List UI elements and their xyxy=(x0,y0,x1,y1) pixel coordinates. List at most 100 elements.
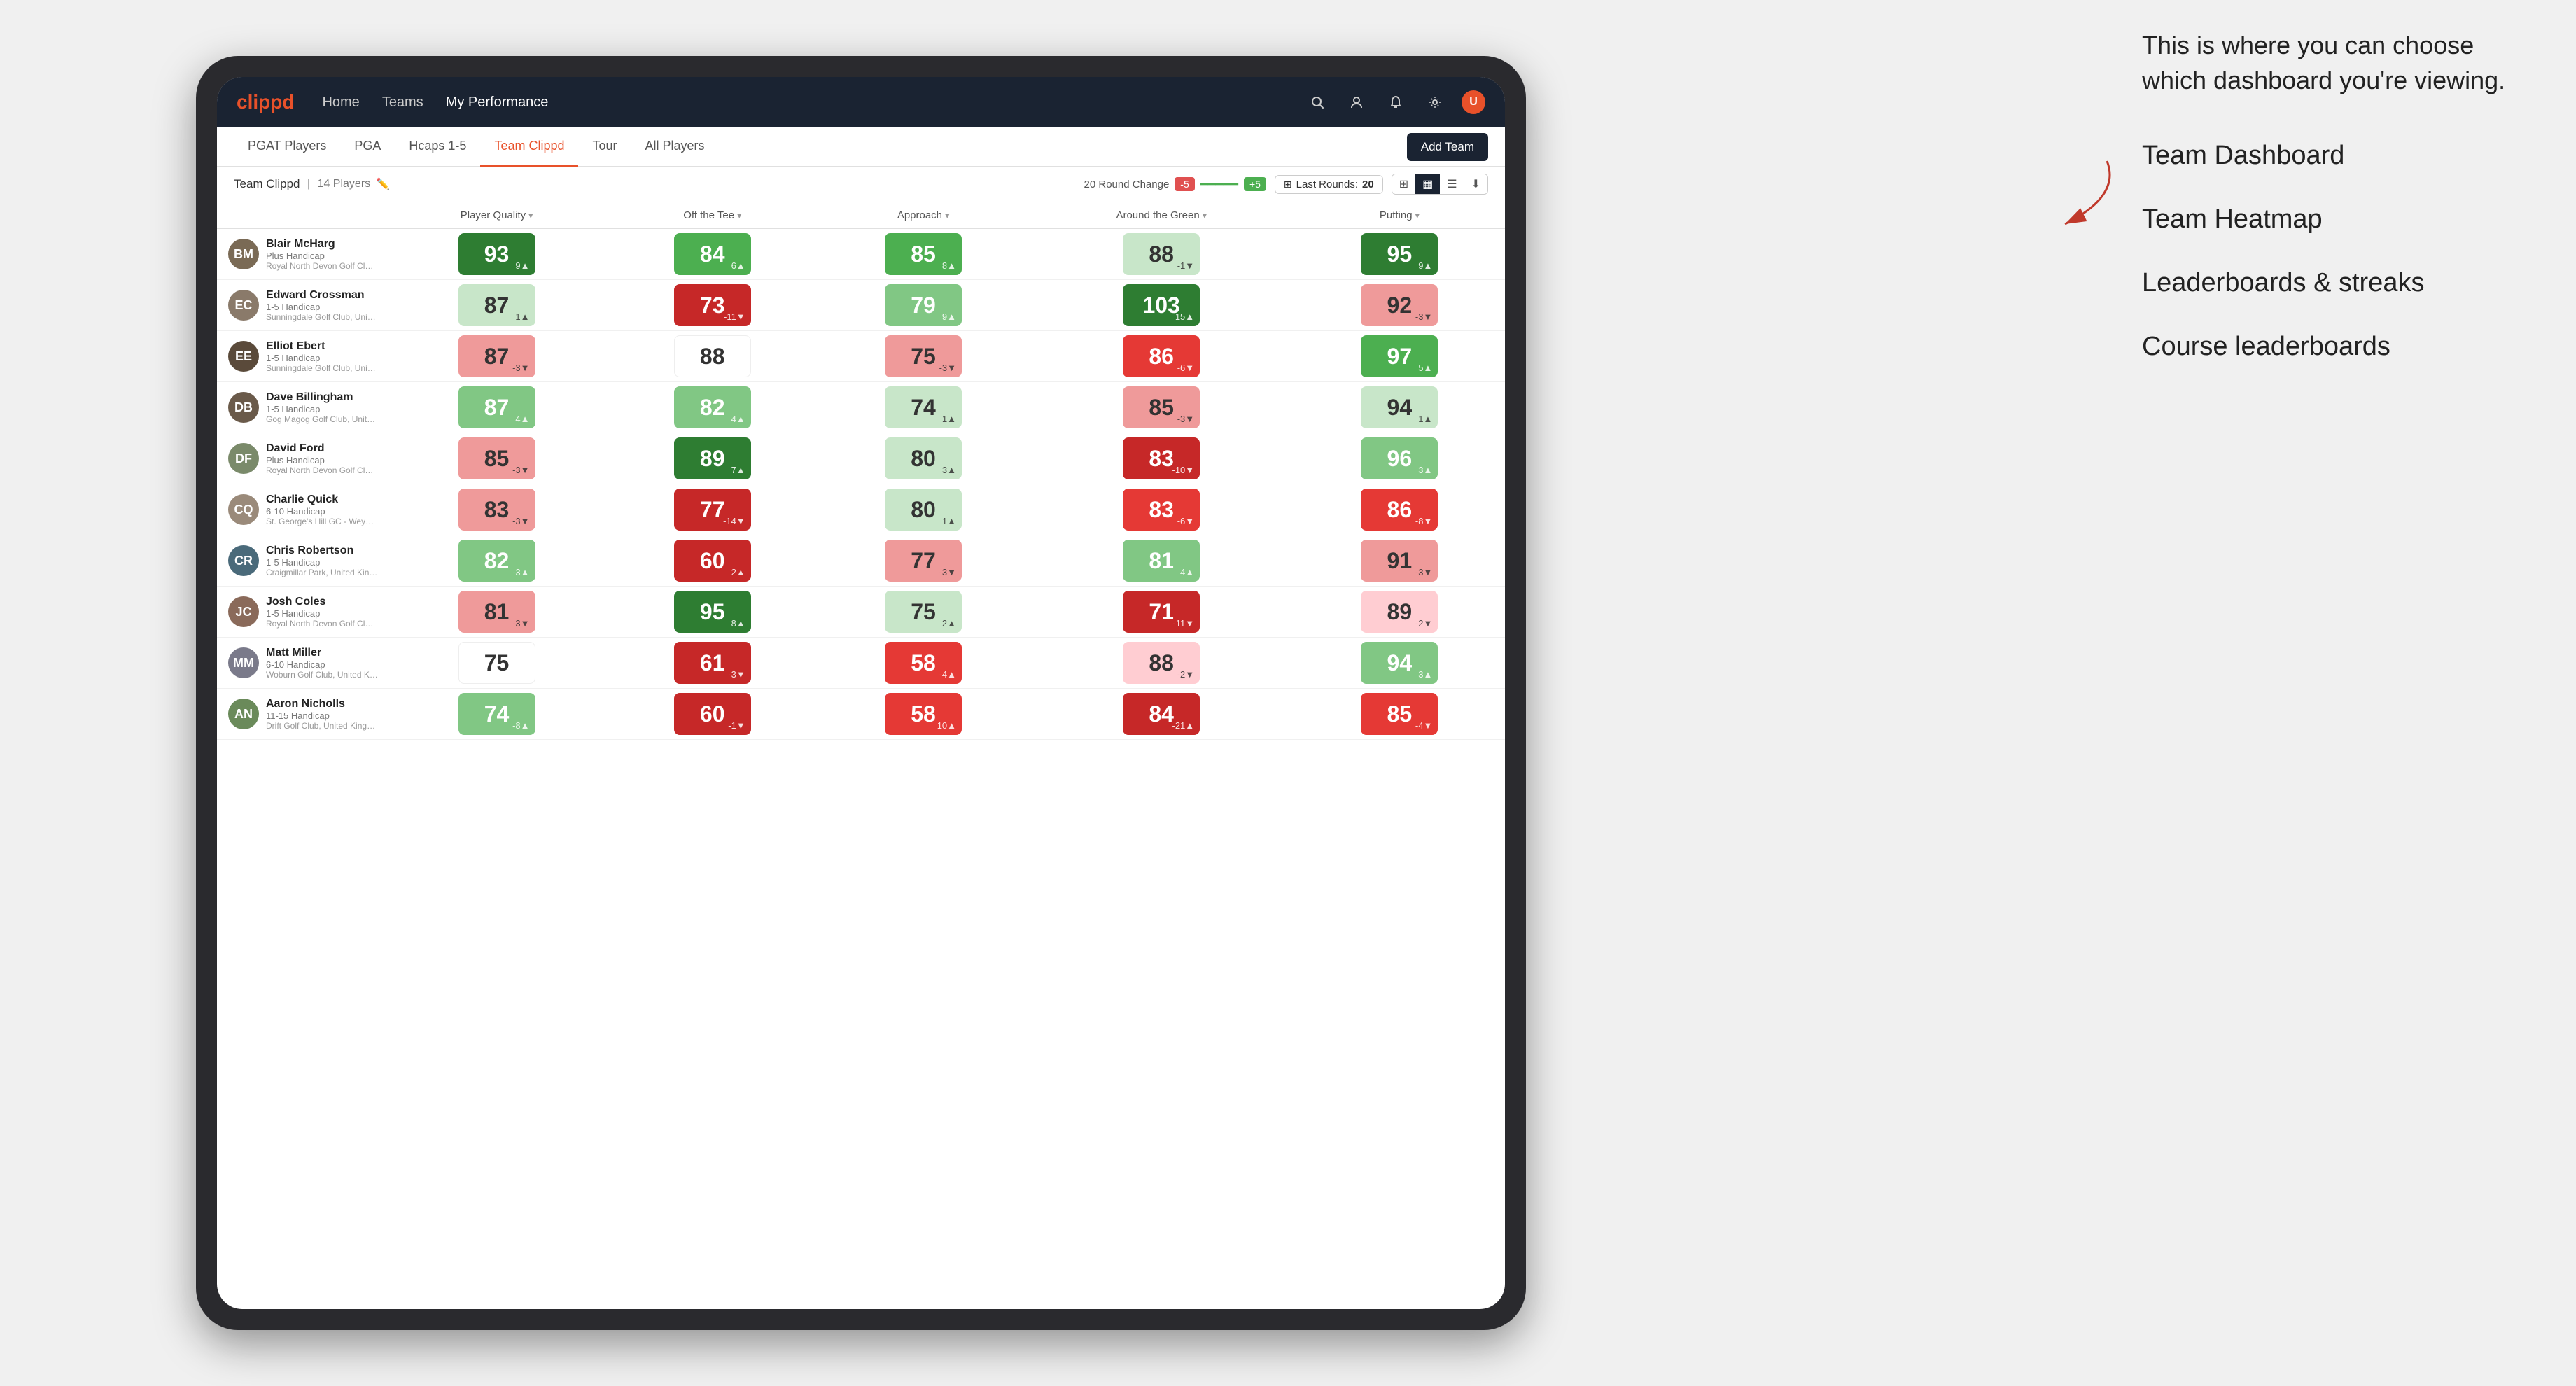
score-change: -1▼ xyxy=(1177,260,1194,271)
player-info-cell: CR Chris Robertson 1-5 Handicap Craigmil… xyxy=(217,536,386,587)
score-value: 85 xyxy=(484,446,510,472)
tab-hcaps[interactable]: Hcaps 1-5 xyxy=(395,127,480,167)
column-header-tee[interactable]: Off the Tee ▾ xyxy=(607,202,818,229)
player-avatar: BM xyxy=(228,239,259,270)
score-box: 85 -3▼ xyxy=(1123,386,1200,428)
user-icon[interactable] xyxy=(1344,90,1369,115)
score-cell: 82 4▲ xyxy=(607,382,818,433)
score-box: 84 6▲ xyxy=(674,233,751,275)
score-change: -6▼ xyxy=(1177,516,1194,526)
user-avatar[interactable]: U xyxy=(1462,90,1485,114)
score-box: 86 -8▼ xyxy=(1361,489,1438,531)
col-label-approach: Approach xyxy=(897,209,942,221)
column-header-green[interactable]: Around the Green ▾ xyxy=(1029,202,1294,229)
team-separator: | xyxy=(304,178,314,190)
player-avatar: MM xyxy=(228,648,259,678)
table-row[interactable]: CR Chris Robertson 1-5 Handicap Craigmil… xyxy=(217,536,1505,587)
table-row[interactable]: JC Josh Coles 1-5 Handicap Royal North D… xyxy=(217,587,1505,638)
team-name: Team Clippd xyxy=(234,177,300,191)
score-cell: 82 -3▲ xyxy=(386,536,607,587)
nav-link-my-performance[interactable]: My Performance xyxy=(446,94,549,111)
table-row[interactable]: AN Aaron Nicholls 11-15 Handicap Drift G… xyxy=(217,689,1505,740)
view-options-button[interactable]: ⬇ xyxy=(1464,174,1488,194)
score-cell: 87 -3▼ xyxy=(386,331,607,382)
nav-link-teams[interactable]: Teams xyxy=(382,94,424,111)
column-header-approach[interactable]: Approach ▾ xyxy=(818,202,1028,229)
secondary-nav: PGAT Players PGA Hcaps 1-5 Team Clippd T… xyxy=(217,127,1505,167)
col-sort-putting: ▾ xyxy=(1415,211,1420,220)
score-box: 83 -3▼ xyxy=(458,489,536,531)
annotation-item-3: Leaderboards & streaks xyxy=(2142,268,2534,298)
table-row[interactable]: EE Elliot Ebert 1-5 Handicap Sunningdale… xyxy=(217,331,1505,382)
table-row[interactable]: BM Blair McHarg Plus Handicap Royal Nort… xyxy=(217,229,1505,280)
score-value: 86 xyxy=(1387,497,1413,523)
table-row[interactable]: EC Edward Crossman 1-5 Handicap Sunningd… xyxy=(217,280,1505,331)
score-change: 2▲ xyxy=(732,567,746,578)
score-change: 4▲ xyxy=(1180,567,1194,578)
tab-tour[interactable]: Tour xyxy=(578,127,631,167)
score-cell: 81 4▲ xyxy=(1029,536,1294,587)
score-cell: 87 4▲ xyxy=(386,382,607,433)
score-box: 81 -3▼ xyxy=(458,591,536,633)
tab-all-players[interactable]: All Players xyxy=(631,127,719,167)
round-change-minus: -5 xyxy=(1175,177,1194,191)
tab-pgat-players[interactable]: PGAT Players xyxy=(234,127,340,167)
score-box: 97 5▲ xyxy=(1361,335,1438,377)
score-cell: 84 -21▲ xyxy=(1029,689,1294,740)
score-cell: 83 -3▼ xyxy=(386,484,607,536)
player-table: Player Quality ▾ Off the Tee ▾ Approach … xyxy=(217,202,1505,740)
score-cell: 74 1▲ xyxy=(818,382,1028,433)
score-box: 96 3▲ xyxy=(1361,438,1438,479)
score-change: -11▼ xyxy=(724,312,746,322)
score-change: 4▲ xyxy=(515,414,529,424)
score-cell: 95 9▲ xyxy=(1294,229,1505,280)
last-rounds-label: Last Rounds: xyxy=(1296,178,1358,190)
score-change: 1▲ xyxy=(942,414,956,424)
view-grid-button[interactable]: ⊞ xyxy=(1392,174,1415,194)
annotation-intro: This is where you can choose which dashb… xyxy=(2142,28,2534,99)
settings-icon[interactable] xyxy=(1422,90,1448,115)
view-list-button[interactable]: ☰ xyxy=(1440,174,1464,194)
score-value: 89 xyxy=(700,446,725,472)
bell-icon[interactable] xyxy=(1383,90,1408,115)
score-value: 87 xyxy=(484,293,510,318)
player-handicap: 6-10 Handicap xyxy=(266,659,378,670)
tab-pga[interactable]: PGA xyxy=(340,127,395,167)
score-change: 1▲ xyxy=(515,312,529,322)
score-cell: 73 -11▼ xyxy=(607,280,818,331)
edit-team-icon[interactable]: ✏️ xyxy=(376,177,390,191)
score-value: 71 xyxy=(1149,599,1174,625)
score-box: 87 4▲ xyxy=(458,386,536,428)
table-row[interactable]: DB Dave Billingham 1-5 Handicap Gog Mago… xyxy=(217,382,1505,433)
column-header-quality[interactable]: Player Quality ▾ xyxy=(386,202,607,229)
score-box: 74 -8▲ xyxy=(458,693,536,735)
add-team-button[interactable]: Add Team xyxy=(1407,133,1488,161)
score-change: 8▲ xyxy=(732,618,746,629)
score-value: 74 xyxy=(911,395,936,421)
player-info-cell: JC Josh Coles 1-5 Handicap Royal North D… xyxy=(217,587,386,638)
search-icon[interactable] xyxy=(1305,90,1330,115)
score-change: -4▲ xyxy=(939,669,956,680)
score-change: 3▲ xyxy=(942,465,956,475)
column-header-putting[interactable]: Putting ▾ xyxy=(1294,202,1505,229)
score-change: -3▼ xyxy=(939,567,956,578)
player-club: Royal North Devon Golf Club, United King… xyxy=(266,465,378,475)
score-box: 88 -1▼ xyxy=(1123,233,1200,275)
score-change: 7▲ xyxy=(732,465,746,475)
nav-icons: U xyxy=(1305,90,1485,115)
nav-link-home[interactable]: Home xyxy=(322,94,359,111)
score-value: 80 xyxy=(911,446,936,472)
score-cell: 83 -10▼ xyxy=(1029,433,1294,484)
view-heatmap-button[interactable]: ▦ xyxy=(1415,174,1440,194)
annotation-item-2: Team Heatmap xyxy=(2142,204,2534,234)
score-change: -8▼ xyxy=(1415,516,1432,526)
tab-team-clippd[interactable]: Team Clippd xyxy=(480,127,578,167)
score-box: 82 -3▲ xyxy=(458,540,536,582)
table-row[interactable]: MM Matt Miller 6-10 Handicap Woburn Golf… xyxy=(217,638,1505,689)
table-row[interactable]: DF David Ford Plus Handicap Royal North … xyxy=(217,433,1505,484)
score-change: -11▼ xyxy=(1172,618,1194,629)
score-cell: 93 9▲ xyxy=(386,229,607,280)
last-rounds-button[interactable]: ⊞ Last Rounds: 20 xyxy=(1275,175,1383,194)
table-row[interactable]: CQ Charlie Quick 6-10 Handicap St. Georg… xyxy=(217,484,1505,536)
score-value: 88 xyxy=(700,344,725,370)
